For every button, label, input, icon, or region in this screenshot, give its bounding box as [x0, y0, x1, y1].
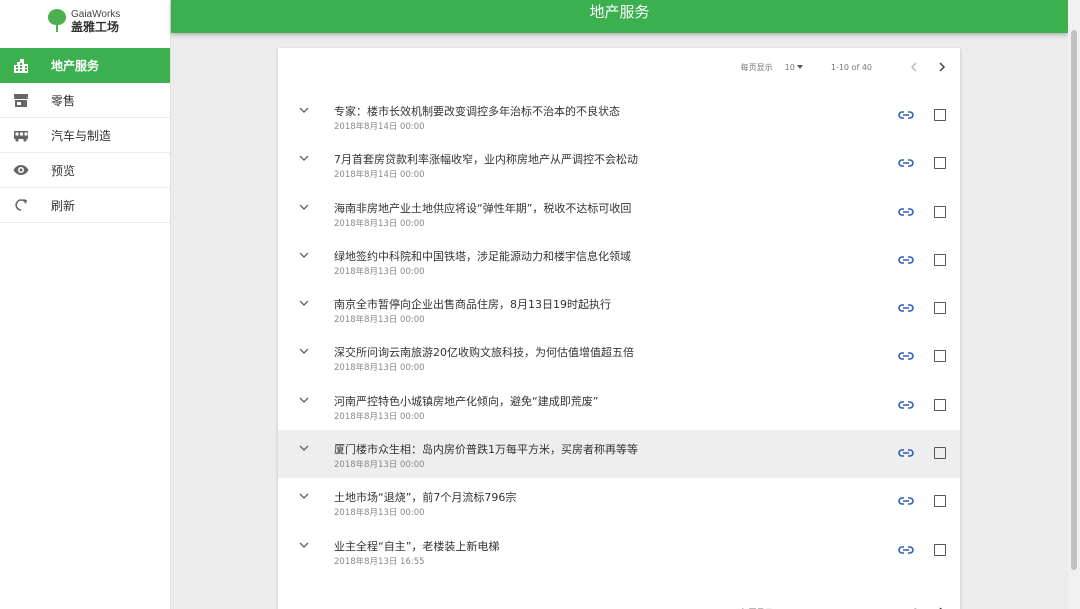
list-item[interactable]: 绿地签约中科院和中国铁塔，涉足能源动力和楼宇信息化领域 2018年8月13日 00…: [278, 237, 960, 285]
row-checkbox[interactable]: [934, 302, 946, 315]
eye-icon: [11, 162, 31, 178]
row-checkbox[interactable]: [934, 157, 946, 170]
tree-logo-icon: [48, 9, 66, 33]
article-list: 专家：楼市长效机制要改变调控多年治标不治本的不良状态 2018年8月14日 00:…: [278, 92, 960, 575]
pagination-bottom: 每页显示 10 1-10 of 40: [278, 593, 960, 609]
next-page-button[interactable]: [934, 59, 950, 75]
chevron-down-icon[interactable]: [298, 201, 310, 213]
link-icon[interactable]: [897, 398, 915, 412]
logo[interactable]: GaiaWorks 盖雅工场: [0, 0, 170, 42]
list-item[interactable]: 深交所问询云南旅游20亿收购文旅科技，为何估值增值超五倍 2018年8月13日 0…: [278, 333, 960, 381]
link-icon[interactable]: [897, 349, 915, 363]
link-icon[interactable]: [897, 446, 915, 460]
logo-text-cn: 盖雅工场: [71, 20, 120, 34]
building-icon: [11, 58, 31, 74]
chevron-down-icon[interactable]: [298, 249, 310, 261]
row-checkbox[interactable]: [934, 253, 946, 266]
row-checkbox[interactable]: [934, 447, 946, 460]
sidebar-item-label: 刷新: [51, 198, 76, 213]
chevron-left-icon: [910, 62, 917, 72]
link-icon[interactable]: [897, 108, 915, 122]
sidebar: GaiaWorks 盖雅工场 地产服务 零售 汽车与制造 预览 刷新: [0, 0, 171, 609]
bus-icon: [11, 127, 31, 143]
list-item[interactable]: 厦门楼市众生相：岛内房价普跌1万每平方米，买房者称再等等 2018年8月13日 0…: [278, 430, 960, 479]
sidebar-item-label: 预览: [51, 163, 76, 178]
row-checkbox[interactable]: [934, 398, 946, 411]
list-item[interactable]: 7月首套房贷款利率涨幅收窄，业内称房地产从严调控不会松动 2018年8月14日 0…: [278, 140, 960, 188]
chevron-down-icon[interactable]: [298, 104, 310, 116]
page-title: 地产服务: [589, 3, 650, 21]
row-checkbox[interactable]: [934, 109, 946, 121]
article-title[interactable]: 南京全市暂停向企业出售商品住房，8月13日19时起执行: [334, 296, 611, 312]
link-icon[interactable]: [897, 253, 915, 267]
sidebar-item-real-estate[interactable]: 地产服务: [0, 48, 170, 83]
article-title[interactable]: 土地市场“退烧”，前7个月流标796宗: [334, 489, 516, 505]
article-title[interactable]: 绿地签约中科院和中国铁塔，涉足能源动力和楼宇信息化领域: [334, 248, 631, 264]
chevron-down-icon[interactable]: [298, 539, 310, 551]
pagination-top: 每页显示 10 1-10 of 40: [278, 48, 960, 86]
article-title[interactable]: 深交所问询云南旅游20亿收购文旅科技，为何估值增值超五倍: [334, 344, 634, 360]
chevron-down-icon[interactable]: [298, 490, 310, 502]
chevron-down-icon[interactable]: [298, 394, 310, 406]
chevron-down-icon[interactable]: [298, 345, 310, 357]
link-icon[interactable]: [897, 301, 915, 315]
article-title[interactable]: 海南非房地产业土地供应将设“弹性年期”，税收不达标可收回: [334, 200, 631, 216]
sidebar-item-label: 零售: [51, 93, 76, 108]
rows-per-page-select[interactable]: 10: [785, 63, 803, 72]
link-icon[interactable]: [897, 494, 915, 508]
sidebar-item-preview[interactable]: 预览: [0, 153, 170, 188]
page-range: 1-10 of 40: [830, 62, 872, 72]
article-date: 2018年8月13日 00:00: [334, 218, 425, 229]
next-page-button[interactable]: [934, 604, 950, 609]
article-title[interactable]: 7月首套房贷款利率涨幅收窄，业内称房地产从严调控不会松动: [334, 151, 638, 167]
sidebar-nav: 地产服务 零售 汽车与制造 预览 刷新: [0, 48, 170, 223]
list-item[interactable]: 河南严控特色小城镇房地产化倾向，避免“建成即荒废” 2018年8月13日 00:0…: [278, 382, 960, 430]
chevron-down-icon[interactable]: [298, 297, 310, 309]
article-date: 2018年8月13日 00:00: [334, 508, 425, 519]
link-icon[interactable]: [897, 156, 915, 170]
sidebar-item-retail[interactable]: 零售: [0, 83, 170, 118]
article-date: 2018年8月14日 00:00: [334, 170, 425, 181]
list-item[interactable]: 土地市场“退烧”，前7个月流标796宗 2018年8月13日 00:00: [278, 478, 960, 526]
article-date: 2018年8月13日 00:00: [334, 460, 425, 471]
article-date: 2018年8月13日 00:00: [334, 266, 425, 277]
chevron-down-icon[interactable]: [298, 152, 310, 164]
news-list-card: 每页显示 10 1-10 of 40 专家：楼市长效机制要改变调控多年治标不治本…: [278, 48, 960, 609]
list-item[interactable]: 专家：楼市长效机制要改变调控多年治标不治本的不良状态 2018年8月14日 00:…: [278, 92, 960, 140]
sidebar-item-auto-manufacturing[interactable]: 汽车与制造: [0, 118, 170, 153]
prev-page-button[interactable]: [906, 59, 922, 75]
rows-per-page-value: 10: [784, 62, 795, 72]
link-icon[interactable]: [897, 205, 915, 219]
article-title[interactable]: 河南严控特色小城镇房地产化倾向，避免“建成即荒废”: [334, 393, 598, 409]
scrollbar-thumb[interactable]: [1071, 30, 1077, 570]
list-item[interactable]: 业主全程“自主”，老楼装上新电梯 2018年8月13日 16:55: [278, 527, 960, 575]
chevron-right-icon: [939, 62, 946, 72]
article-date: 2018年8月13日 00:00: [334, 411, 425, 422]
chevron-down-icon[interactable]: [298, 442, 310, 454]
store-icon: [11, 92, 31, 108]
article-date: 2018年8月13日 16:55: [334, 556, 425, 567]
link-icon[interactable]: [897, 543, 915, 557]
list-item[interactable]: 海南非房地产业土地供应将设“弹性年期”，税收不达标可收回 2018年8月13日 0…: [278, 189, 960, 237]
rows-per-page-label: 每页显示: [740, 62, 773, 72]
article-date: 2018年8月13日 00:00: [334, 315, 425, 326]
article-title[interactable]: 业主全程“自主”，老楼装上新电梯: [334, 538, 499, 554]
row-checkbox[interactable]: [934, 350, 946, 363]
prev-page-button[interactable]: [906, 604, 922, 609]
top-app-bar: 地产服务: [171, 0, 1068, 33]
article-title[interactable]: 厦门楼市众生相：岛内房价普跌1万每平方米，买房者称再等等: [334, 441, 638, 457]
refresh-icon: [11, 197, 31, 213]
row-checkbox[interactable]: [934, 495, 946, 508]
article-date: 2018年8月13日 00:00: [334, 363, 425, 374]
article-title[interactable]: 专家：楼市长效机制要改变调控多年治标不治本的不良状态: [334, 103, 620, 119]
sidebar-item-refresh[interactable]: 刷新: [0, 188, 170, 223]
row-checkbox[interactable]: [934, 205, 946, 218]
article-date: 2018年8月14日 00:00: [334, 122, 425, 132]
sidebar-item-label: 汽车与制造: [51, 128, 112, 143]
list-item[interactable]: 南京全市暂停向企业出售商品住房，8月13日19时起执行 2018年8月13日 00…: [278, 285, 960, 333]
sidebar-item-label: 地产服务: [51, 59, 100, 73]
page-scrollbar[interactable]: [1068, 0, 1080, 609]
dropdown-caret-icon: [796, 65, 803, 69]
row-checkbox[interactable]: [934, 543, 946, 556]
